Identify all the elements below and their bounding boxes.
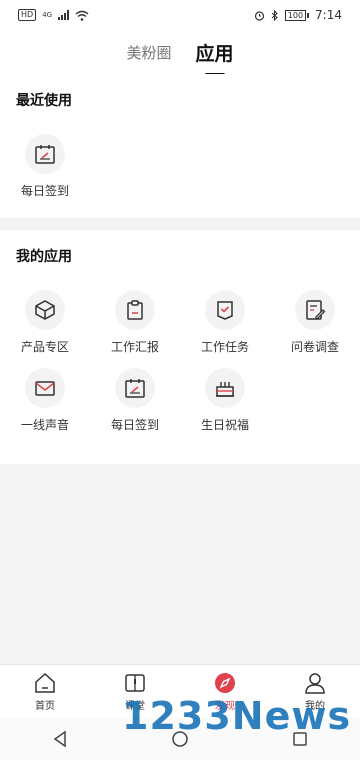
app-survey[interactable]: 问卷调查 <box>270 290 360 355</box>
app-daily-checkin[interactable]: 每日签到 <box>90 368 180 433</box>
nav-home[interactable]: 首页 <box>0 665 90 718</box>
app-work-task[interactable]: 工作任务 <box>180 290 270 355</box>
app-frontline-voice[interactable]: 一线声音 <box>0 368 90 433</box>
my-apps-title: 我的应用 <box>16 249 72 265</box>
user-icon <box>305 672 325 694</box>
network-type: 4G <box>42 11 53 19</box>
survey-edit-icon <box>295 290 335 330</box>
wifi-icon <box>75 10 89 21</box>
battery-icon: 100 <box>284 9 310 21</box>
alarm-icon <box>254 10 264 21</box>
app-label: 工作任务 <box>200 340 249 354</box>
cake-icon <box>205 368 245 408</box>
recent-app-daily-checkin[interactable]: 每日签到 <box>0 134 90 199</box>
top-tabs: 美粉圈 应用 <box>0 30 360 74</box>
app-label: 工作汇报 <box>110 340 159 354</box>
app-label: 一线声音 <box>20 418 69 432</box>
app-product-zone[interactable]: 产品专区 <box>0 290 90 355</box>
home-icon <box>35 672 55 693</box>
app-label: 每日签到 <box>20 184 69 198</box>
tab-fan-circle[interactable]: 美粉圈 <box>126 42 171 63</box>
app-label: 问卷调查 <box>290 340 339 354</box>
box-icon <box>25 290 65 330</box>
app-label: 每日签到 <box>110 418 159 432</box>
watermark-text: 1233News <box>122 694 352 738</box>
battery-level: 100 <box>284 9 307 21</box>
signal-icon <box>58 10 70 20</box>
status-time: 7:14 <box>315 8 342 22</box>
clipboard-icon <box>115 290 155 330</box>
calendar-check-icon <box>115 368 155 408</box>
compass-icon <box>215 672 235 693</box>
book-icon <box>125 673 145 692</box>
task-check-icon <box>205 290 245 330</box>
app-label: 生日祝福 <box>200 418 249 432</box>
recent-title: 最近使用 <box>16 93 72 109</box>
recent-section: 最近使用 每日签到 <box>0 74 360 218</box>
status-bar: HD 4G 100 7:14 <box>0 0 360 30</box>
calendar-check-icon <box>25 134 65 174</box>
app-birthday-wishes[interactable]: 生日祝福 <box>180 368 270 433</box>
bluetooth-icon <box>271 9 278 21</box>
nav-label: 首页 <box>35 700 55 712</box>
my-apps-section: 我的应用 产品专区 工作汇报 工作任务 问卷调查 一线声音 每日签到 生日祝福 <box>0 230 360 464</box>
hd-badge: HD <box>18 9 37 21</box>
status-right: 100 7:14 <box>254 8 342 22</box>
tab-apps[interactable]: 应用 <box>196 39 234 66</box>
mail-icon <box>25 368 65 408</box>
app-label: 产品专区 <box>20 340 69 354</box>
app-work-report[interactable]: 工作汇报 <box>90 290 180 355</box>
status-left: HD 4G <box>18 9 89 21</box>
back-icon[interactable] <box>51 730 69 748</box>
